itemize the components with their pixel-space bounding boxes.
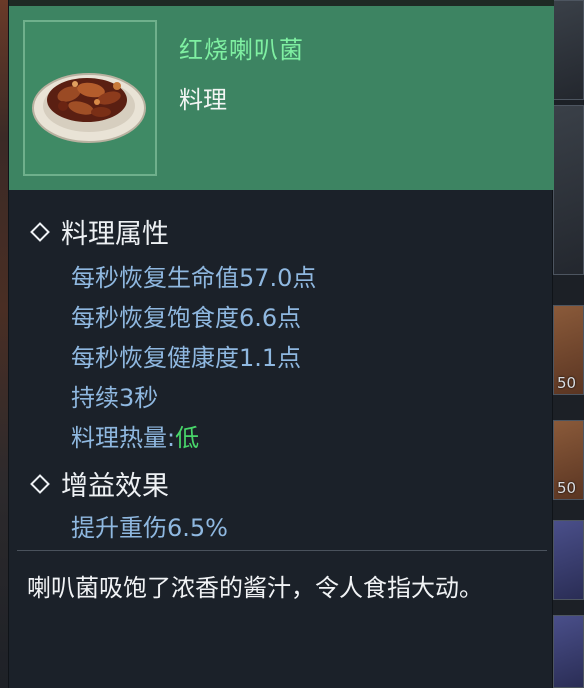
section-title-buff: 增益效果 [29, 464, 169, 503]
attribute-line: 每秒恢复健康度1.1点 [71, 344, 302, 372]
divider [17, 550, 547, 551]
inventory-slot[interactable] [553, 520, 584, 600]
section-title-text: 料理属性 [61, 219, 169, 250]
inventory-slot[interactable] [553, 105, 584, 275]
slot-count: 50 [557, 479, 577, 497]
item-icon-frame [23, 20, 157, 176]
heat-value: 低 [175, 424, 200, 452]
braised-mushroom-dish-icon [32, 73, 146, 143]
tooltip-header: 红烧喇叭菌 料理 [9, 0, 554, 190]
diamond-bullet-icon [30, 473, 50, 494]
buff-line: 提升重伤6.5% [71, 514, 228, 542]
section-title-attributes: 料理属性 [29, 212, 169, 251]
attribute-line: 每秒恢复生命值57.0点 [71, 264, 317, 292]
attribute-line: 持续3秒 [71, 384, 159, 412]
item-type: 料理 [179, 86, 227, 114]
attribute-line: 每秒恢复饱食度6.6点 [71, 304, 302, 332]
heat-label: 料理热量: [71, 424, 176, 452]
item-description: 喇叭菌吸饱了浓香的酱汁，令人食指大动。 [27, 574, 483, 602]
diamond-bullet-icon [30, 221, 50, 242]
item-tooltip: 红烧喇叭菌 料理 料理属性 每秒恢复生命值57.0点 每秒恢复饱食度6.6点 每… [8, 0, 554, 688]
attribute-line-heat: 料理热量:低 [71, 418, 199, 453]
inventory-slot[interactable]: 50 [553, 305, 584, 395]
slot-count: 50 [557, 374, 577, 392]
inventory-slot[interactable]: 50 [553, 420, 584, 500]
inventory-slot[interactable] [553, 615, 584, 688]
section-title-text: 增益效果 [61, 471, 169, 502]
inventory-slot[interactable] [553, 0, 584, 100]
item-name: 红烧喇叭菌 [179, 36, 304, 64]
